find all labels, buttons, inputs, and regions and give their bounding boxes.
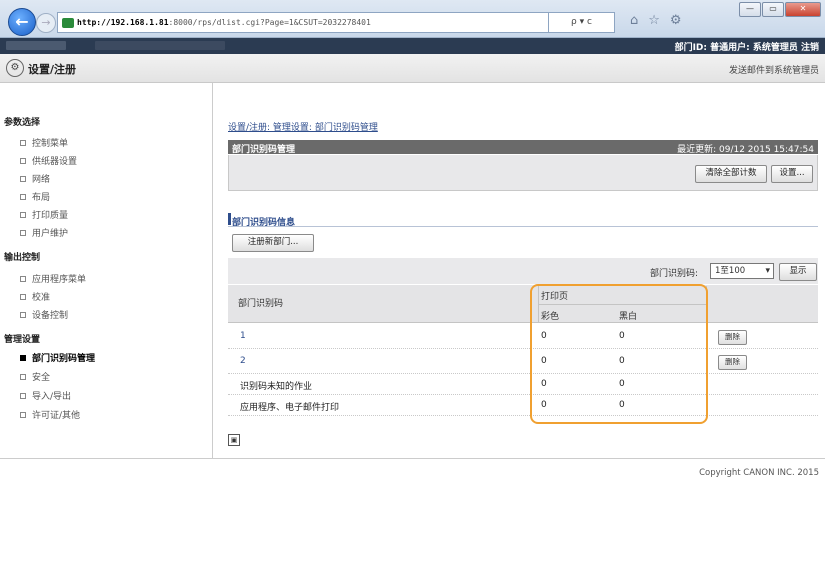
browser-nav-icons: ⌂ ☆ ⚙ xyxy=(630,13,682,28)
register-new-dept-button[interactable]: 注册新部门... xyxy=(232,234,314,252)
sidebar-item[interactable]: 布局 xyxy=(20,190,50,203)
sidebar-item[interactable]: 许可证/其他 xyxy=(20,408,80,421)
maximize-button[interactable]: ▭ xyxy=(762,2,784,17)
settings-button[interactable]: 设置... xyxy=(771,165,813,183)
dept-name: 应用程序、电子邮件打印 xyxy=(240,403,340,413)
user-info[interactable]: 部门ID: 普通用户: 系统管理员 注销 xyxy=(675,40,819,53)
page-title: 设置/注册 xyxy=(28,63,77,76)
mail-admin-link[interactable]: 发送邮件到系统管理员 xyxy=(729,63,819,76)
display-button[interactable]: 显示 xyxy=(779,263,817,281)
back-button[interactable]: ← xyxy=(8,8,36,36)
table-header xyxy=(228,285,818,323)
sidebar-item[interactable]: 网络 xyxy=(20,172,50,185)
section-header: 部门识别码管理 最近更新: 09/12 2015 15:47:54 xyxy=(228,140,818,155)
sidebar-item[interactable]: 控制菜单 xyxy=(20,136,68,149)
favorites-icon[interactable]: ☆ xyxy=(648,13,660,28)
sidebar-heading[interactable]: 管理设置 xyxy=(4,332,40,345)
highlight-frame xyxy=(530,284,708,424)
sidebar-item[interactable]: 导入/导出 xyxy=(20,389,71,402)
bullet-icon xyxy=(20,157,26,164)
browser-toolbar: — ▭ ✕ ← → http://192.168.1.81:8000/rps/d… xyxy=(0,0,825,38)
bullet-icon xyxy=(20,175,26,182)
forward-button[interactable]: → xyxy=(36,13,56,33)
bullet-icon xyxy=(20,392,26,399)
address-tools[interactable]: ρ ▾ c xyxy=(548,12,615,33)
col-header-dept-id: 部门识别码 xyxy=(238,299,284,309)
section-title: 部门识别码管理 xyxy=(232,145,296,155)
sidebar-item[interactable]: 供纸器设置 xyxy=(20,154,77,167)
bullet-icon xyxy=(20,373,26,380)
device-header-bar: 部门ID: 普通用户: 系统管理员 注销 xyxy=(0,38,825,54)
bullet-icon xyxy=(20,139,26,146)
sidebar-item[interactable]: 设备控制 xyxy=(20,308,68,321)
sidebar-item[interactable]: 安全 xyxy=(20,370,50,383)
table-row: 识别码未知的作业 0 0 xyxy=(228,374,818,395)
sidebar-item[interactable]: 打印质量 xyxy=(20,208,68,221)
tools-icon[interactable]: ⚙ xyxy=(670,13,682,28)
bullet-icon xyxy=(20,229,26,236)
divider xyxy=(228,226,818,227)
minimize-button[interactable]: — xyxy=(739,2,761,17)
bullet-icon xyxy=(20,293,26,300)
home-icon[interactable]: ⌂ xyxy=(630,13,638,28)
url-text: http://192.168.1.81:8000/rps/dlist.cgi?P… xyxy=(77,18,371,27)
bullet-icon xyxy=(20,275,26,282)
bullet-icon xyxy=(20,354,26,361)
section-toolbar: 清除全部计数 设置... xyxy=(228,155,818,191)
delete-button[interactable]: 删除 xyxy=(718,330,747,345)
subsection-marker xyxy=(228,213,231,225)
sidebar-item[interactable]: 用户维护 xyxy=(20,226,68,239)
sidebar-item[interactable]: 校准 xyxy=(20,290,50,303)
collapse-icon[interactable]: ▣ xyxy=(228,434,240,446)
sidebar-heading[interactable]: 输出控制 xyxy=(4,250,40,263)
bullet-icon xyxy=(20,311,26,318)
sidebar-heading[interactable]: 参数选择 xyxy=(4,115,40,128)
last-updated: 最近更新: 09/12 2015 15:47:54 xyxy=(677,145,814,155)
table-row: 应用程序、电子邮件打印 0 0 xyxy=(228,395,818,416)
dept-count-label: 部门识别码: xyxy=(650,269,699,279)
device-logo xyxy=(6,41,66,50)
dept-name: 识别码未知的作业 xyxy=(240,382,313,392)
dept-id-link[interactable]: 1 xyxy=(240,331,246,341)
site-icon xyxy=(62,17,74,28)
sidebar-item-dept-id-management[interactable]: 部门识别码管理 xyxy=(20,351,95,364)
copyright: Copyright CANON INC. 2015 xyxy=(699,468,819,478)
bullet-icon xyxy=(20,211,26,218)
window-buttons: — ▭ ✕ xyxy=(739,2,821,17)
clear-all-counts-button[interactable]: 清除全部计数 xyxy=(695,165,767,183)
table-row: 2 0 0 删除 xyxy=(228,349,818,374)
table-row: 1 0 0 删除 xyxy=(228,324,818,349)
page-range-select[interactable]: 1至100 ▾ xyxy=(710,263,774,279)
divider xyxy=(0,458,825,459)
address-bar[interactable]: http://192.168.1.81:8000/rps/dlist.cgi?P… xyxy=(57,12,549,33)
gear-icon: ⚙ xyxy=(6,59,24,77)
sidebar: 参数选择 控制菜单 供纸器设置 网络 布局 打印质量 用户维护 输出控制 应用程… xyxy=(0,83,213,458)
bullet-icon xyxy=(20,411,26,418)
close-button[interactable]: ✕ xyxy=(785,2,821,17)
chevron-down-icon: ▾ xyxy=(765,266,770,276)
device-name xyxy=(95,41,225,50)
page-titlebar: ⚙ 设置/注册 发送邮件到系统管理员 xyxy=(0,54,825,83)
delete-button[interactable]: 删除 xyxy=(718,355,747,370)
dept-id-link[interactable]: 2 xyxy=(240,356,246,366)
sidebar-item[interactable]: 应用程序菜单 xyxy=(20,272,86,285)
bullet-icon xyxy=(20,193,26,200)
breadcrumb[interactable]: 设置/注册: 管理设置: 部门识别码管理 xyxy=(228,120,378,133)
